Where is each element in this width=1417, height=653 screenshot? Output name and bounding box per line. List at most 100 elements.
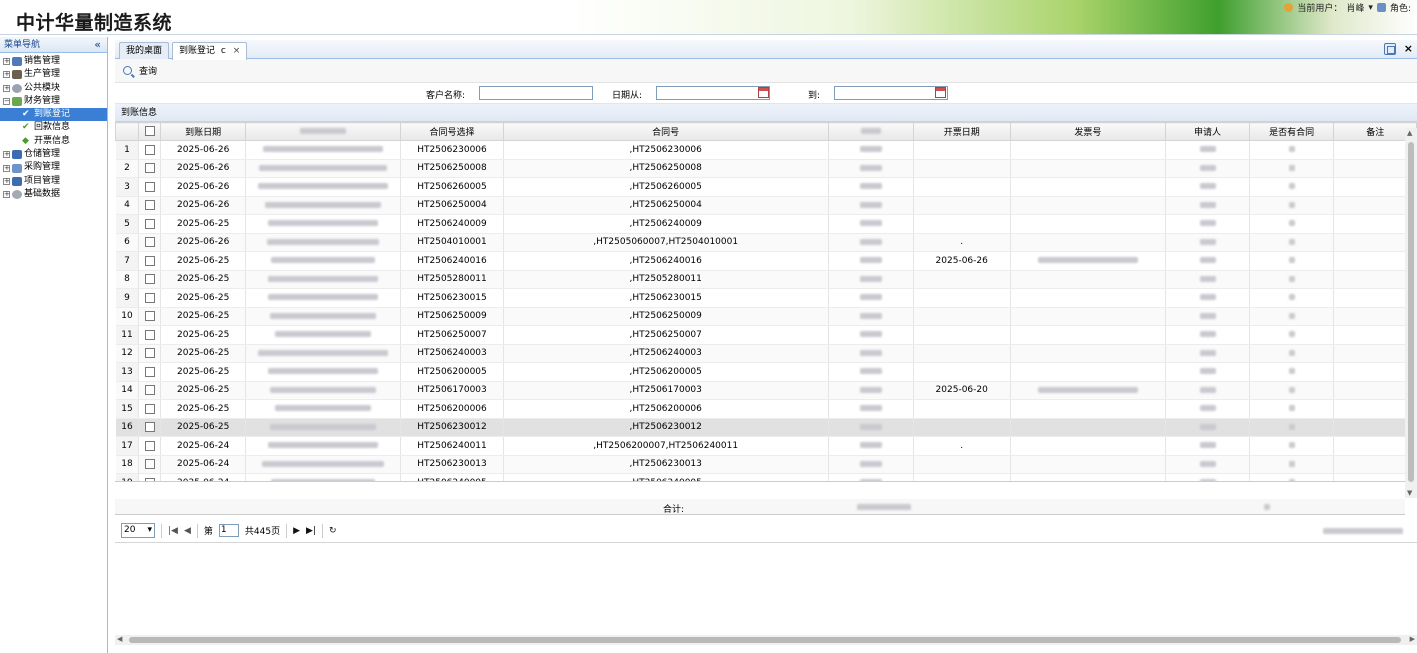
table-row[interactable]: 5 2025-06-25 HT2506240009 ,HT2506240009 [115, 214, 1417, 234]
sidebar-item-purchase[interactable]: + 采购管理 [0, 161, 107, 174]
row-checkbox[interactable] [144, 237, 155, 247]
maximize-icon[interactable] [1383, 42, 1396, 55]
table-row[interactable]: 10 2025-06-25 HT2506250009 ,HT2506250009 [115, 307, 1417, 326]
column-header-invoice-no[interactable]: 发票号 [1009, 122, 1167, 141]
calendar-icon[interactable] [935, 87, 946, 98]
row-checkbox-cell[interactable] [138, 270, 161, 289]
row-checkbox-cell[interactable] [138, 140, 161, 160]
table-row[interactable]: 16 2025-06-25 HT2506230012 ,HT2506230012 [115, 418, 1417, 437]
row-checkbox[interactable] [144, 144, 155, 155]
table-row[interactable]: 1 2025-06-26 HT2506230006 ,HT2506230006 [115, 140, 1417, 160]
prev-page-icon[interactable]: ◀ [184, 526, 191, 536]
select-all-checkbox[interactable] [144, 126, 155, 137]
page-number-input[interactable]: 1 [218, 524, 239, 537]
table-row[interactable]: 3 2025-06-26 HT2506260005 ,HT2506260005 [115, 177, 1417, 197]
sidebar-item-production[interactable]: + 生产管理 [0, 68, 107, 81]
row-checkbox[interactable] [144, 311, 155, 321]
row-checkbox[interactable] [144, 385, 155, 395]
row-checkbox-cell[interactable] [138, 418, 161, 437]
table-row[interactable]: 4 2025-06-26 HT2506250004 ,HT2506250004 [115, 196, 1417, 215]
row-checkbox[interactable] [144, 477, 155, 481]
sidebar-item-public[interactable]: + 公共模块 [0, 82, 107, 95]
expand-icon[interactable]: + [3, 84, 10, 92]
column-header-applicant[interactable]: 申请人 [1165, 122, 1250, 141]
expand-icon[interactable]: + [3, 191, 10, 199]
row-checkbox-cell[interactable] [138, 251, 161, 271]
table-row[interactable]: 17 2025-06-24 HT2506240011 ,HT2506200007,HT… [115, 436, 1417, 456]
row-checkbox[interactable] [144, 329, 155, 340]
sidebar-item-payment-info[interactable]: ✔ 回款信息 [0, 121, 107, 134]
row-checkbox[interactable] [144, 255, 155, 266]
chevron-down-icon[interactable]: ▾ [1368, 3, 1373, 13]
customer-input[interactable] [479, 86, 593, 100]
last-page-icon[interactable]: ▶| [306, 526, 316, 536]
row-checkbox-cell[interactable] [138, 159, 161, 178]
row-checkbox-cell[interactable] [138, 307, 161, 326]
row-checkbox[interactable] [144, 292, 155, 303]
search-button[interactable]: 查询 [123, 64, 157, 77]
expand-icon[interactable]: + [3, 164, 10, 172]
row-checkbox[interactable] [144, 274, 155, 284]
page-size-select[interactable]: 20 [121, 523, 155, 538]
row-checkbox[interactable] [144, 218, 155, 229]
table-row[interactable]: 6 2025-06-26 HT2504010001 ,HT2505060007,HT2… [115, 233, 1417, 252]
refresh-icon[interactable]: c [221, 46, 226, 56]
row-checkbox-cell[interactable] [138, 473, 161, 481]
row-checkbox-cell[interactable] [138, 177, 161, 197]
horizontal-scrollbar[interactable]: ◀ ▶ [115, 635, 1417, 645]
vertical-scrollbar[interactable]: ▲ ▼ [1405, 128, 1417, 498]
table-row[interactable]: 8 2025-06-25 HT2505280011 ,HT2505280011 [115, 270, 1417, 289]
row-checkbox[interactable] [144, 440, 155, 451]
column-header-invoice-date[interactable]: 开票日期 [912, 122, 1011, 141]
row-checkbox-cell[interactable] [138, 196, 161, 215]
scroll-up-icon[interactable]: ▲ [1407, 129, 1412, 137]
row-checkbox-cell[interactable] [138, 233, 161, 252]
row-checkbox-cell[interactable] [138, 214, 161, 234]
first-page-icon[interactable]: |◀ [168, 526, 178, 536]
sidebar-item-base-data[interactable]: + 基础数据 [0, 188, 107, 201]
collapse-node-icon[interactable]: − [3, 98, 10, 106]
row-checkbox-cell[interactable] [138, 288, 161, 308]
close-icon[interactable]: × [233, 46, 241, 56]
expand-icon[interactable]: + [3, 151, 10, 159]
table-row[interactable]: 15 2025-06-25 HT2506200006 ,HT2506200006 [115, 399, 1417, 419]
collapse-icon[interactable]: « [94, 37, 101, 53]
row-checkbox-cell[interactable] [138, 344, 161, 363]
scroll-down-icon[interactable]: ▼ [1407, 489, 1412, 497]
table-row[interactable]: 11 2025-06-25 HT2506250007 ,HT2506250007 [115, 325, 1417, 345]
row-checkbox[interactable] [144, 459, 155, 469]
row-checkbox[interactable] [144, 348, 155, 358]
close-all-icon[interactable]: × [1404, 42, 1413, 55]
scroll-left-icon[interactable]: ◀ [117, 635, 122, 643]
expand-icon[interactable]: + [3, 177, 10, 185]
date-to-input[interactable] [834, 86, 948, 100]
sidebar-item-sales[interactable]: + 销售管理 [0, 55, 107, 68]
row-checkbox-cell[interactable] [138, 436, 161, 456]
column-header-customer[interactable] [245, 122, 402, 141]
row-checkbox[interactable] [144, 163, 155, 173]
row-checkbox[interactable] [144, 403, 155, 414]
sidebar-item-finance[interactable]: − 财务管理 [0, 95, 107, 108]
row-checkbox-cell[interactable] [138, 362, 161, 382]
sidebar-item-invoice-info[interactable]: ◆ 开票信息 [0, 135, 107, 148]
row-checkbox-cell[interactable] [138, 325, 161, 345]
row-checkbox-cell[interactable] [138, 381, 161, 400]
row-checkbox[interactable] [144, 366, 155, 377]
column-header-contract-no[interactable]: 合同号 [502, 122, 829, 141]
scroll-thumb[interactable] [1408, 142, 1414, 482]
row-checkbox[interactable] [144, 200, 155, 210]
row-checkbox-cell[interactable] [138, 455, 161, 474]
row-checkbox[interactable] [144, 181, 155, 192]
table-row[interactable]: 9 2025-06-25 HT2506230015 ,HT2506230015 [115, 288, 1417, 308]
sidebar-item-project[interactable]: + 项目管理 [0, 175, 107, 188]
date-from-input[interactable] [656, 86, 770, 100]
table-row[interactable]: 13 2025-06-25 HT2506200005 ,HT2506200005 [115, 362, 1417, 382]
select-all-header[interactable] [138, 122, 161, 141]
refresh-icon[interactable]: ↻ [329, 526, 337, 536]
column-header-amount[interactable] [827, 122, 914, 141]
column-header-arrival-date[interactable]: 到账日期 [159, 122, 247, 141]
table-row[interactable]: 7 2025-06-25 HT2506240016 ,HT2506240016 2025… [115, 251, 1417, 271]
table-row[interactable]: 19 2025-06-24 HT2506240005,HT2506240005 [115, 473, 1417, 481]
sidebar-item-arrival-registration[interactable]: ✔ 到账登记 [0, 108, 107, 122]
tab-arrival-registration[interactable]: 到账登记 c × [172, 42, 248, 60]
